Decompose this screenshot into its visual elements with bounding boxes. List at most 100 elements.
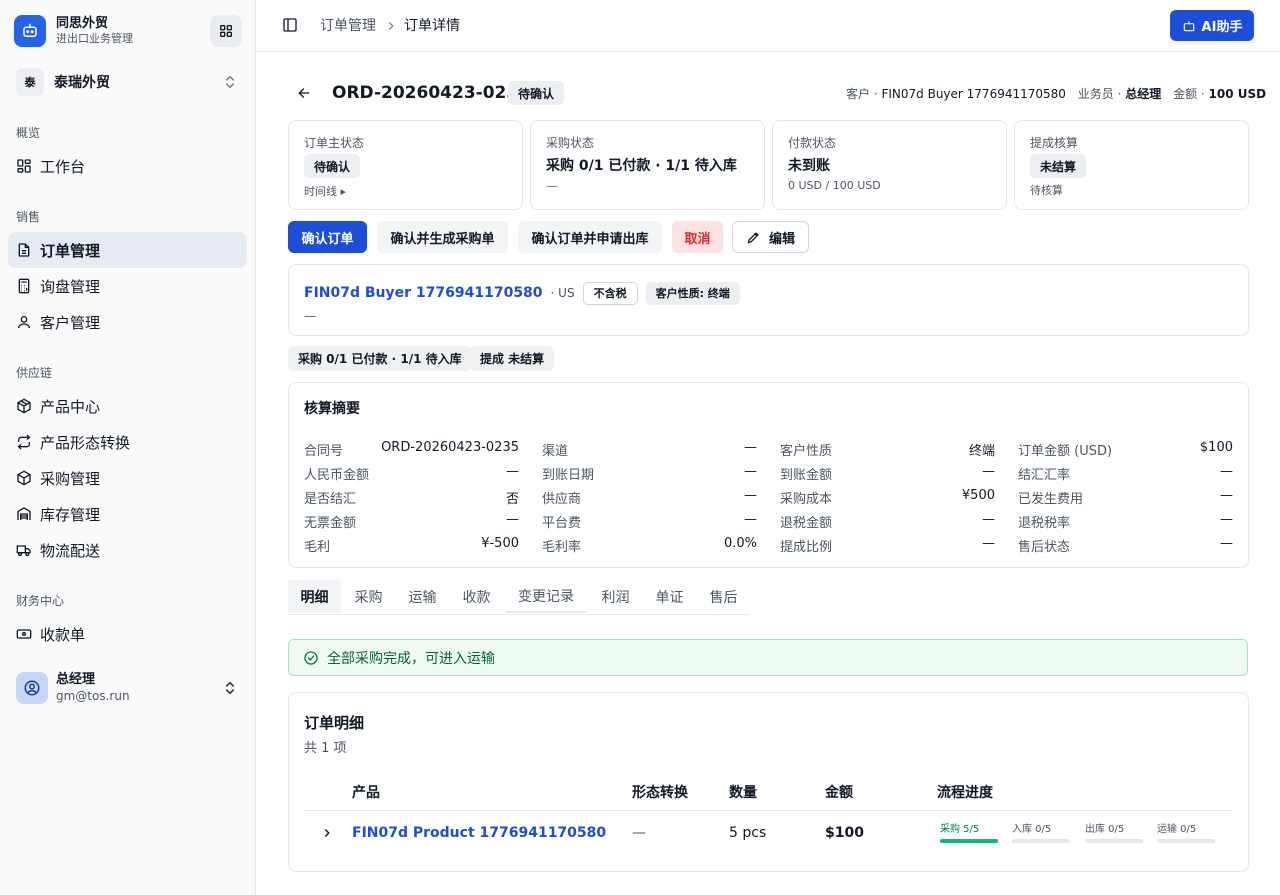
document-icon <box>18 243 30 257</box>
tab-shipping[interactable]: 运输 <box>396 580 449 613</box>
summary-key: 合同号 <box>304 444 344 459</box>
apps-grid-button[interactable] <box>210 15 242 47</box>
product-link[interactable]: FIN07d Product 1776941170580 <box>352 825 606 841</box>
tab-profit[interactable]: 利润 <box>589 580 642 613</box>
nav-item-label: 产品形态转换 <box>40 433 131 452</box>
status-card-purchase: 采购状态 采购 0/1 已付款 · 1/1 待入库 — <box>530 120 765 210</box>
summary-key: 人民币金额 <box>304 468 370 483</box>
nav-item-receipts[interactable]: 收款单 <box>8 616 247 652</box>
sidebar-toggle-icon[interactable] <box>282 17 298 33</box>
org-badge: 泰 <box>16 68 44 96</box>
chevron-right-icon <box>388 22 394 30</box>
summary-value: — <box>744 488 757 503</box>
summary-title: 核算摘要 <box>304 401 360 417</box>
summary-value: 否 <box>505 492 519 507</box>
edit-button[interactable]: 编辑 <box>732 221 809 253</box>
purchase-summary-pill: 采购 0/1 已付款 · 1/1 待入库 <box>288 346 472 371</box>
banknote-icon <box>16 629 32 639</box>
status-card-title: 采购状态 <box>546 136 595 150</box>
summary-value: — <box>982 536 995 551</box>
nav-item-label: 询盘管理 <box>40 277 101 296</box>
edit-label: 编辑 <box>768 231 795 247</box>
status-card-title: 付款状态 <box>788 136 837 150</box>
nav-item-label: 客户管理 <box>40 313 101 332</box>
tab-purchase[interactable]: 采购 <box>342 580 395 613</box>
progress-label: 采购 5/5 <box>940 824 980 835</box>
robot-logo-icon <box>14 15 46 47</box>
tab-items[interactable]: 明细 <box>288 580 341 613</box>
nav-item-label: 收款单 <box>40 625 86 644</box>
back-arrow-icon[interactable] <box>296 85 312 101</box>
nav-item-label: 采购管理 <box>40 469 101 488</box>
summary-value: — <box>1220 464 1233 479</box>
summary-key: 渠道 <box>542 444 569 459</box>
sales-meta-label: 业务员 · <box>1077 87 1122 101</box>
progress-shipping: 运输 0/5 <box>1157 824 1217 843</box>
summary-value: — <box>1220 512 1233 527</box>
summary-value: — <box>744 440 757 455</box>
cancel-button[interactable]: 取消 <box>672 221 723 253</box>
nav-item-logistics[interactable]: 物流配送 <box>8 532 247 568</box>
row-form-convert: — <box>632 825 646 841</box>
tab-payment[interactable]: 收款 <box>450 580 503 613</box>
commission-summary-pill: 提成 未结算 <box>470 346 555 371</box>
tab-documents[interactable]: 单证 <box>643 580 696 613</box>
row-amount: $100 <box>825 825 864 841</box>
nav-item-products[interactable]: 产品中心 <box>8 388 247 424</box>
org-switcher[interactable]: 泰 泰瑞外贸 <box>16 68 240 96</box>
status-card-sub: — <box>546 179 558 193</box>
nav-item-label: 工作台 <box>40 157 86 176</box>
check-circle-icon <box>304 650 318 665</box>
user-icon <box>18 316 30 329</box>
nav-item-orders[interactable]: 订单管理 <box>8 232 247 268</box>
nav-item-label: 库存管理 <box>40 505 101 524</box>
brand: 同思外贸 进出口业务管理 <box>14 14 242 48</box>
user-name: 总经理 <box>56 672 96 687</box>
nav-item-purchasing[interactable]: 采购管理 <box>8 460 247 496</box>
expand-row-chevron-icon[interactable] <box>320 826 334 840</box>
tab-change-log[interactable]: 变更记录 <box>506 580 586 613</box>
nav-item-dashboard[interactable]: 工作台 <box>8 148 247 184</box>
grid-icon <box>220 24 232 37</box>
nav-item-inquiries[interactable]: 询盘管理 <box>8 268 247 304</box>
ai-assistant-button[interactable]: AI助手 <box>1170 10 1254 41</box>
confirm-order-button[interactable]: 确认订单 <box>288 221 367 253</box>
truck-icon <box>16 545 31 556</box>
customer-name-link[interactable]: FIN07d Buyer 1776941170580 <box>304 285 543 301</box>
summary-key: 毛利率 <box>542 540 582 555</box>
bot-icon <box>1183 20 1194 31</box>
detail-tabs: 明细 采购 运输 收款 变更记录 利润 单证 售后 <box>288 580 750 615</box>
progress-track <box>1085 839 1143 843</box>
status-card-payment: 付款状态 未到账 0 USD / 100 USD <box>772 120 1007 210</box>
nav-item-label: 订单管理 <box>40 241 101 260</box>
progress-label: 出库 0/5 <box>1085 824 1125 835</box>
progress-purchase: 采购 5/5 <box>940 824 1000 843</box>
timeline-link[interactable]: 时间线 ▸ <box>304 183 346 199</box>
nav-item-form-convert[interactable]: 产品形态转换 <box>8 424 247 460</box>
tab-after-sales[interactable]: 售后 <box>697 580 750 613</box>
customer-card: FIN07d Buyer 1776941170580 · US 不含税 客户性质… <box>288 264 1249 336</box>
progress-outbound: 出库 0/5 <box>1085 824 1145 843</box>
nav-item-inventory[interactable]: 库存管理 <box>8 496 247 532</box>
summary-value: $100 <box>1199 440 1233 455</box>
user-email: gm@tos.run <box>56 689 130 703</box>
dashboard-icon <box>17 159 31 173</box>
user-menu[interactable]: 总经理 gm@tos.run <box>16 670 240 706</box>
summary-key: 结汇汇率 <box>1018 468 1071 483</box>
breadcrumb-orders[interactable]: 订单管理 <box>320 17 376 35</box>
summary-key: 退税金额 <box>780 516 833 531</box>
summary-key: 客户性质 <box>780 444 833 459</box>
summary-key: 供应商 <box>542 492 582 507</box>
summary-row: 无票金额 — 平台费 — 退税金额 — 退税税率 — <box>289 512 1249 536</box>
chevrons-up-down-icon <box>226 681 234 695</box>
summary-row: 毛利 ¥-500 毛利率 0.0% 提成比例 — 售后状态 — <box>289 536 1249 560</box>
confirm-and-create-po-button[interactable]: 确认并生成采购单 <box>377 221 508 253</box>
col-form-convert: 形态转换 <box>632 785 688 801</box>
summary-value: 0.0% <box>723 536 757 551</box>
confirm-and-request-outbound-button[interactable]: 确认订单并申请出库 <box>518 221 662 253</box>
nav-section-finance: 财务中心 <box>16 594 65 608</box>
status-card-title: 提成核算 <box>1030 136 1079 150</box>
order-detail-card: 订单明细 共 1 项 <box>288 692 1249 872</box>
summary-key: 毛利 <box>304 540 331 555</box>
nav-item-customers[interactable]: 客户管理 <box>8 304 247 340</box>
